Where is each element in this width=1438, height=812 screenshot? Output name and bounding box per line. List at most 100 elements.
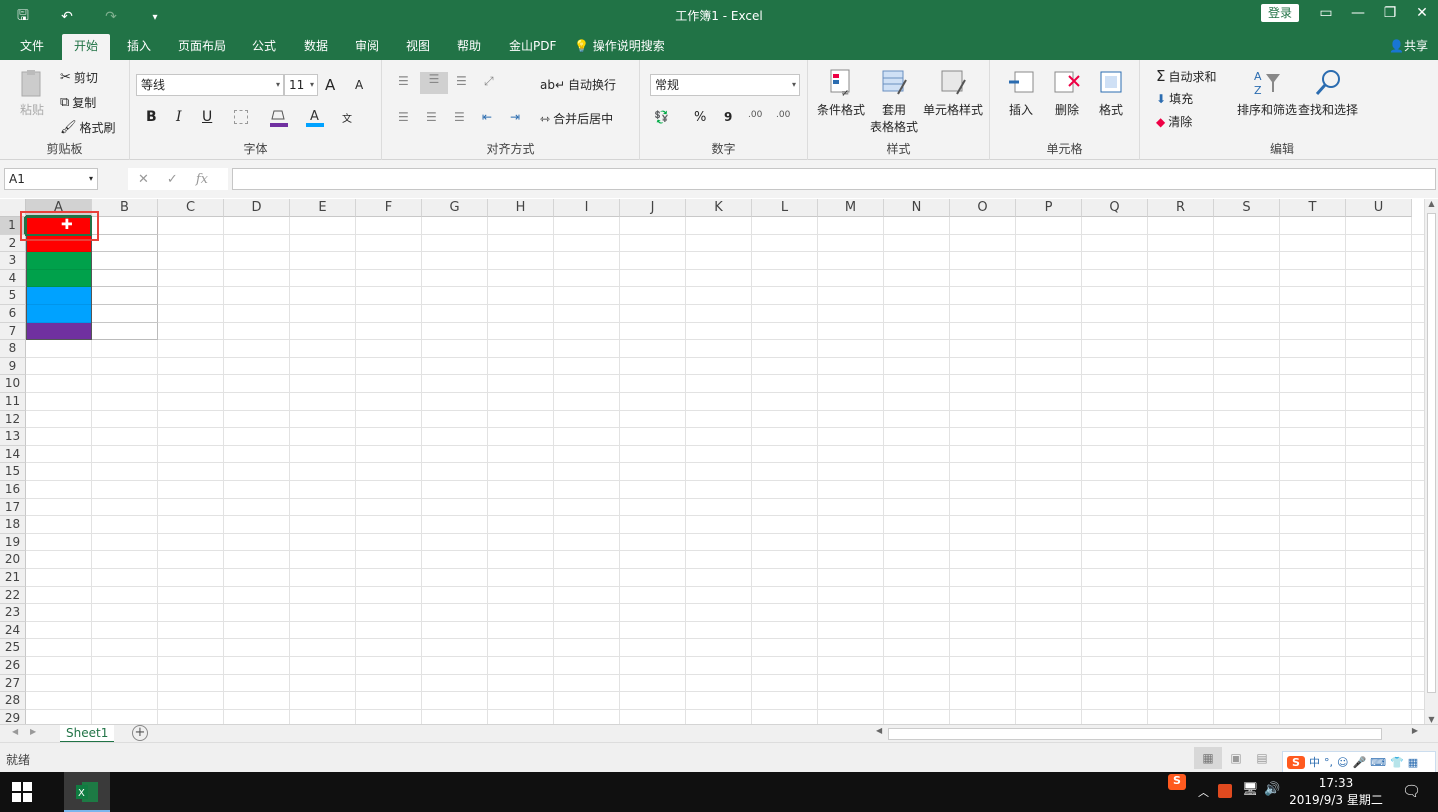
scroll-thumb[interactable] [1427,213,1436,693]
font-name-select[interactable]: 等线 ▾ [136,74,284,96]
fill-color-button[interactable] [270,108,288,128]
add-sheet-icon[interactable]: + [132,725,148,741]
tab-view[interactable]: 视图 [394,34,442,60]
start-button[interactable] [12,782,32,802]
font-size-select[interactable]: 11 ▾ [284,74,318,96]
column-header[interactable]: S [1214,199,1280,217]
minimize-icon[interactable]: — [1342,0,1374,28]
scroll-up-icon[interactable]: ▲ [1425,199,1438,208]
format-painter-button[interactable]: 🖌 格式刷 [60,119,116,136]
ime-toolbar[interactable]: S 中 °, ☺ 🎤 ⌨ 👕 ▦ [1282,751,1436,773]
sort-filter-button[interactable]: AZ 排序和筛选 [1237,68,1297,118]
borders-button[interactable] [234,110,248,124]
action-center-icon[interactable]: 🗨 [1402,782,1421,800]
sheet-scroll-right-icon[interactable]: ▶ [30,727,36,736]
horizontal-scrollbar[interactable]: ◀ ▶ [872,726,1422,742]
row-header[interactable]: 14 [0,445,26,464]
find-select-button[interactable]: 查找和选择 [1298,68,1358,118]
tab-review[interactable]: 审阅 [343,34,391,60]
clear-button[interactable]: ◆ 清除 [1156,113,1192,130]
conditional-formatting-button[interactable]: ≠ 条件格式 [816,68,866,118]
bold-button[interactable]: B [146,109,157,125]
grow-font-button[interactable]: A [325,76,335,94]
row-header[interactable]: 17 [0,498,26,517]
autosum-button[interactable]: Σ 自动求和 [1156,67,1217,85]
formula-input[interactable] [232,168,1436,190]
clock[interactable]: 17:33 2019/9/3 星期二 [1288,775,1384,809]
row-header[interactable]: 25 [0,639,26,657]
tab-kingsoft-pdf[interactable]: 金山PDF [497,34,568,60]
column-header[interactable]: J [620,199,686,217]
percent-button[interactable]: % [694,110,706,125]
column-header[interactable]: E [290,199,356,217]
column-header[interactable]: T [1280,199,1346,217]
row-header[interactable]: 26 [0,657,26,675]
italic-button[interactable]: I [176,109,182,125]
tab-file[interactable]: 文件 [8,34,56,60]
increase-indent-button[interactable]: ⇥ [510,110,520,124]
format-as-table-button[interactable]: 套用 表格格式 [868,68,920,135]
volume-icon[interactable]: 🔊 [1264,782,1280,797]
scroll-down-icon[interactable]: ▼ [1425,715,1438,724]
comma-style-button[interactable]: 9 [724,110,732,124]
decrease-decimal-button[interactable]: .00 [776,110,790,120]
align-top-button[interactable]: ☰ [398,74,409,88]
phonetic-button[interactable]: 文 [342,110,352,125]
row-header[interactable]: 9 [0,357,26,376]
format-cells-button[interactable]: 格式 [1094,68,1128,118]
row-header[interactable]: 16 [0,481,26,499]
row-header[interactable]: 21 [0,569,26,587]
page-break-view-button[interactable]: ▤ [1252,747,1272,769]
row-header[interactable]: 15 [0,463,26,481]
row-header[interactable]: 7 [0,322,26,341]
column-header[interactable]: N [884,199,950,217]
column-header[interactable]: B [92,199,158,217]
underline-button[interactable]: U [202,109,212,125]
merge-center-button[interactable]: ⇿ 合并后居中 [540,110,613,127]
hscroll-left-icon[interactable]: ◀ [876,726,882,735]
cell-styles-button[interactable]: 单元格样式 [922,68,984,118]
vertical-scrollbar[interactable]: ▲ ▼ [1424,199,1438,724]
copy-button[interactable]: ⧉ 复制 [60,94,96,111]
increase-decimal-button[interactable]: .00 [748,110,762,120]
column-header[interactable]: U [1346,199,1412,217]
tab-help[interactable]: 帮助 [445,34,493,60]
tab-data[interactable]: 数据 [292,34,340,60]
sheet-scroll-left-icon[interactable]: ◀ [12,727,18,736]
delete-cells-button[interactable]: 删除 [1050,68,1084,118]
column-header[interactable]: F [356,199,422,217]
shrink-font-button[interactable]: A [355,78,363,92]
sheet-tab-sheet1[interactable]: Sheet1 [60,725,115,743]
align-middle-button[interactable]: ☰ [420,72,448,94]
column-header[interactable]: C [158,199,224,217]
accounting-format-button[interactable]: 💱 [654,110,669,124]
row-header[interactable]: 20 [0,551,26,569]
row-header[interactable]: 19 [0,533,26,552]
row-header[interactable]: 12 [0,410,26,429]
row-header[interactable]: 13 [0,428,26,446]
column-header[interactable]: R [1148,199,1214,217]
network-icon[interactable]: 🖥 [1242,782,1259,797]
row-header[interactable]: 6 [0,305,26,323]
page-layout-view-button[interactable]: ▣ [1226,747,1246,769]
row-header[interactable]: 29 [0,709,26,724]
row-header[interactable]: 11 [0,393,26,411]
cut-button[interactable]: ✂ 剪切 [60,69,98,86]
column-header[interactable]: Q [1082,199,1148,217]
tab-formulas[interactable]: 公式 [240,34,288,60]
tray-app-icon[interactable]: S [1168,774,1186,790]
insert-function-icon[interactable]: fx [196,172,208,187]
tray-overflow-icon[interactable]: ︿ [1198,784,1209,800]
column-header[interactable]: O [950,199,1016,217]
number-format-select[interactable]: 常规 ▾ [650,74,800,96]
insert-cells-button[interactable]: 插入 [1004,68,1038,118]
column-header[interactable]: P [1016,199,1082,217]
row-header[interactable]: 18 [0,516,26,534]
tab-insert[interactable]: 插入 [115,34,163,60]
column-header[interactable]: M [818,199,884,217]
close-icon[interactable]: ✕ [1406,0,1438,28]
tray-red-app-icon[interactable] [1218,784,1232,798]
column-header[interactable]: H [488,199,554,217]
hscroll-right-icon[interactable]: ▶ [1412,726,1418,735]
name-box[interactable]: A1 ▾ [4,168,98,190]
